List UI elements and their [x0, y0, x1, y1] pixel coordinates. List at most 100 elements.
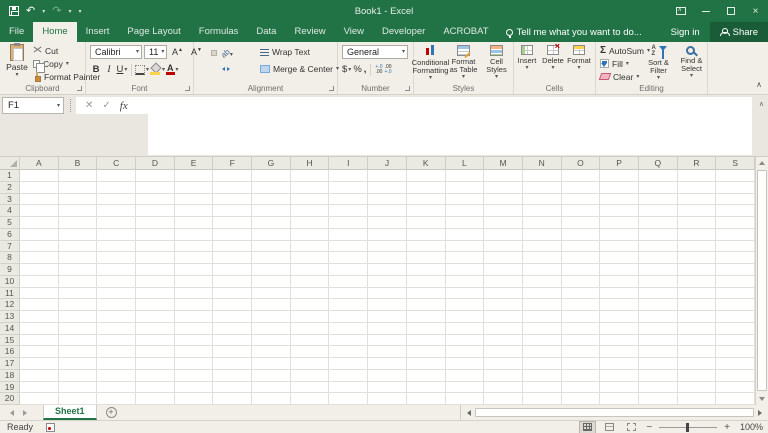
cell-S15[interactable]: [716, 335, 755, 347]
cell-P13[interactable]: [600, 311, 639, 323]
cell-R10[interactable]: [678, 276, 717, 288]
cell-I11[interactable]: [329, 288, 368, 300]
macro-record-icon[interactable]: [46, 423, 55, 432]
cell-I15[interactable]: [329, 335, 368, 347]
cell-J3[interactable]: [368, 194, 407, 206]
cell-D3[interactable]: [136, 194, 175, 206]
cell-L15[interactable]: [446, 335, 485, 347]
cell-I14[interactable]: [329, 323, 368, 335]
cell-D7[interactable]: [136, 241, 175, 253]
cell-C2[interactable]: [97, 182, 136, 194]
cell-O6[interactable]: [562, 229, 601, 241]
cell-K16[interactable]: [407, 346, 446, 358]
cell-J15[interactable]: [368, 335, 407, 347]
cell-O15[interactable]: [562, 335, 601, 347]
cell-P4[interactable]: [600, 205, 639, 217]
cell-H2[interactable]: [291, 182, 330, 194]
cell-Q13[interactable]: [639, 311, 678, 323]
cell-P7[interactable]: [600, 241, 639, 253]
cell-N16[interactable]: [523, 346, 562, 358]
tab-formulas[interactable]: Formulas: [190, 22, 248, 42]
cell-N2[interactable]: [523, 182, 562, 194]
cell-K19[interactable]: [407, 382, 446, 394]
tab-data[interactable]: Data: [247, 22, 285, 42]
cell-P5[interactable]: [600, 217, 639, 229]
cell-C16[interactable]: [97, 346, 136, 358]
undo-dropdown-icon[interactable]: ▾: [42, 8, 45, 15]
select-all-button[interactable]: [0, 157, 20, 170]
cell-O19[interactable]: [562, 382, 601, 394]
formula-input[interactable]: [148, 97, 752, 155]
clear-dropdown-icon[interactable]: ▾: [636, 74, 639, 80]
cell-Q20[interactable]: [639, 393, 678, 405]
cell-D2[interactable]: [136, 182, 175, 194]
increase-font-size-button[interactable]: A▲: [169, 47, 186, 57]
vertical-scrollbar[interactable]: [755, 157, 768, 405]
cell-A16[interactable]: [20, 346, 59, 358]
cell-O12[interactable]: [562, 299, 601, 311]
column-header-k[interactable]: K: [407, 157, 446, 170]
cell-M19[interactable]: [484, 382, 523, 394]
cell-S19[interactable]: [716, 382, 755, 394]
ribbon-display-options-button[interactable]: [668, 0, 693, 22]
cell-N18[interactable]: [523, 370, 562, 382]
cell-L19[interactable]: [446, 382, 485, 394]
cell-L7[interactable]: [446, 241, 485, 253]
cell-M9[interactable]: [484, 264, 523, 276]
cell-F13[interactable]: [213, 311, 252, 323]
cell-E12[interactable]: [175, 299, 214, 311]
cell-S11[interactable]: [716, 288, 755, 300]
row-header-16[interactable]: 16: [0, 346, 20, 358]
borders-dropdown-icon[interactable]: ▾: [146, 67, 149, 73]
cell-G6[interactable]: [252, 229, 291, 241]
new-sheet-button[interactable]: +: [106, 407, 117, 418]
conditional-formatting-button[interactable]: Conditional Formatting ▾: [414, 42, 447, 88]
cell-M18[interactable]: [484, 370, 523, 382]
cell-K11[interactable]: [407, 288, 446, 300]
zoom-in-icon[interactable]: +: [724, 422, 730, 433]
cell-R17[interactable]: [678, 358, 717, 370]
cell-E5[interactable]: [175, 217, 214, 229]
cell-G19[interactable]: [252, 382, 291, 394]
cell-E13[interactable]: [175, 311, 214, 323]
cell-B14[interactable]: [59, 323, 98, 335]
cell-J9[interactable]: [368, 264, 407, 276]
cell-E2[interactable]: [175, 182, 214, 194]
previous-sheet-icon[interactable]: [10, 410, 14, 416]
cell-C19[interactable]: [97, 382, 136, 394]
cell-G15[interactable]: [252, 335, 291, 347]
column-header-q[interactable]: Q: [639, 157, 678, 170]
underline-button[interactable]: U▾: [116, 63, 128, 77]
column-header-j[interactable]: J: [368, 157, 407, 170]
cell-G4[interactable]: [252, 205, 291, 217]
cell-H11[interactable]: [291, 288, 330, 300]
cell-M5[interactable]: [484, 217, 523, 229]
cell-K15[interactable]: [407, 335, 446, 347]
cell-L11[interactable]: [446, 288, 485, 300]
cell-P11[interactable]: [600, 288, 639, 300]
cell-K1[interactable]: [407, 170, 446, 182]
cell-G17[interactable]: [252, 358, 291, 370]
cell-J20[interactable]: [368, 393, 407, 405]
decrease-indent-button[interactable]: [219, 63, 223, 67]
cell-M14[interactable]: [484, 323, 523, 335]
cell-A3[interactable]: [20, 194, 59, 206]
cell-D18[interactable]: [136, 370, 175, 382]
cell-S4[interactable]: [716, 205, 755, 217]
cancel-icon[interactable]: ✕: [85, 100, 93, 111]
row-header-11[interactable]: 11: [0, 288, 20, 300]
cell-O10[interactable]: [562, 276, 601, 288]
cell-S18[interactable]: [716, 370, 755, 382]
cell-F9[interactable]: [213, 264, 252, 276]
font-dialog-launcher-icon[interactable]: [185, 86, 190, 91]
font-name-select[interactable]: Calibri▾: [90, 45, 142, 59]
column-header-f[interactable]: F: [213, 157, 252, 170]
cell-G13[interactable]: [252, 311, 291, 323]
cell-B6[interactable]: [59, 229, 98, 241]
cell-R12[interactable]: [678, 299, 717, 311]
tab-home[interactable]: Home: [33, 22, 76, 42]
align-left-button[interactable]: [198, 63, 202, 67]
cell-L9[interactable]: [446, 264, 485, 276]
cell-J18[interactable]: [368, 370, 407, 382]
cell-G5[interactable]: [252, 217, 291, 229]
